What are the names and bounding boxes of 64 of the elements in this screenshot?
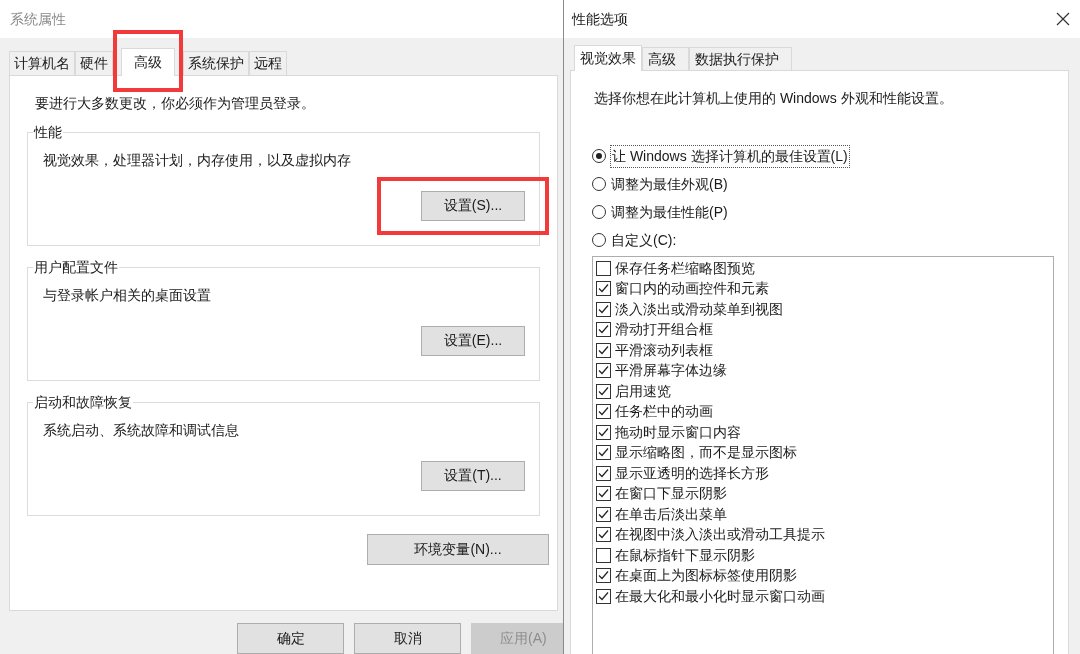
checkbox[interactable] — [596, 527, 611, 543]
group-description: 视觉效果，处理器计划，内存使用，以及虚拟内存 — [43, 150, 352, 170]
checkbox-label[interactable]: 淡入淡出或滑动菜单到视图 — [615, 298, 783, 320]
tab[interactable]: 高级 — [642, 47, 689, 70]
checkbox[interactable] — [596, 424, 611, 440]
checkbox[interactable] — [596, 301, 611, 317]
dialog-button[interactable]: 确定 — [237, 623, 344, 654]
checkbox[interactable] — [596, 260, 611, 276]
checkbox[interactable] — [596, 465, 611, 481]
radio-label[interactable]: 自定义(C): — [610, 229, 678, 251]
radio-button[interactable] — [592, 177, 606, 191]
checkbox-label[interactable]: 平滑屏幕字体边缘 — [615, 360, 727, 382]
radio-button[interactable] — [592, 233, 606, 247]
window-title: 性能选项 — [572, 9, 628, 29]
checkbox-label[interactable]: 显示缩略图，而不是显示图标 — [615, 442, 797, 464]
close-icon[interactable] — [1056, 12, 1070, 26]
checkbox-label[interactable]: 在桌面上为图标标签使用阴影 — [615, 565, 797, 587]
checkbox[interactable] — [596, 588, 611, 604]
radio-button[interactable] — [592, 149, 606, 163]
checkbox-label[interactable]: 在鼠标指针下显示阴影 — [615, 544, 755, 566]
checkbox-label[interactable]: 在最大化和最小化时显示窗口动画 — [615, 585, 825, 607]
checkbox[interactable] — [596, 281, 611, 297]
tab[interactable]: 高级 — [121, 47, 175, 76]
checkbox[interactable] — [596, 322, 611, 338]
dialog-button[interactable]: 取消 — [354, 623, 461, 654]
checkbox[interactable] — [596, 342, 611, 358]
tab[interactable]: 视觉效果 — [574, 45, 642, 71]
checkbox-label[interactable]: 滑动打开组合框 — [615, 319, 713, 341]
tab[interactable]: 硬件 — [75, 50, 113, 75]
radio-label[interactable]: 调整为最佳性能(P) — [610, 201, 729, 223]
checkbox-label[interactable]: 拖动时显示窗口内容 — [615, 421, 741, 443]
checkbox[interactable] — [596, 506, 611, 522]
tab[interactable]: 系统保护 — [183, 50, 249, 75]
window-title: 系统属性 — [10, 9, 66, 29]
radio-label[interactable]: 调整为最佳外观(B) — [610, 173, 729, 195]
checkbox-label[interactable]: 平滑滚动列表框 — [615, 339, 713, 361]
checkbox-label[interactable]: 在窗口下显示阴影 — [615, 483, 727, 505]
checkbox-label[interactable]: 在视图中淡入淡出或滑动工具提示 — [615, 524, 825, 546]
checkbox[interactable] — [596, 568, 611, 584]
environment-variables-button[interactable]: 环境变量(N)... — [367, 533, 549, 565]
checkbox-label[interactable]: 显示亚透明的选择长方形 — [615, 462, 769, 484]
checkbox[interactable] — [596, 404, 611, 420]
checkbox[interactable] — [596, 363, 611, 379]
description-text: 选择你想在此计算机上使用的 Windows 外观和性能设置。 — [594, 89, 954, 108]
checkbox[interactable] — [596, 547, 611, 563]
checkbox-label[interactable]: 在单击后淡出菜单 — [615, 503, 727, 525]
tab[interactable]: 远程 — [249, 50, 287, 75]
tab[interactable]: 计算机名 — [9, 50, 75, 75]
checkbox[interactable] — [596, 383, 611, 399]
checkbox-label[interactable]: 启用速览 — [615, 380, 671, 402]
settings-button[interactable]: 设置(T)... — [421, 460, 525, 491]
checkbox-label[interactable]: 保存任务栏缩略图预览 — [615, 257, 755, 279]
group-description: 系统启动、系统故障和调试信息 — [43, 420, 240, 440]
group-description: 与登录帐户相关的桌面设置 — [43, 285, 212, 305]
checkbox-label[interactable]: 任务栏中的动画 — [615, 401, 713, 423]
tab[interactable]: 数据执行保护 — [689, 47, 792, 70]
radio-label[interactable]: 让 Windows 选择计算机的最佳设置(L) — [610, 144, 850, 168]
checkbox[interactable] — [596, 445, 611, 461]
settings-button[interactable]: 设置(E)... — [421, 325, 525, 356]
radio-button[interactable] — [592, 205, 606, 219]
settings-button[interactable]: 设置(S)... — [421, 190, 525, 221]
checkbox[interactable] — [596, 486, 611, 502]
checkbox-label[interactable]: 窗口内的动画控件和元素 — [615, 278, 769, 300]
notice-text: 要进行大多数更改，你必须作为管理员登录。 — [35, 93, 316, 113]
